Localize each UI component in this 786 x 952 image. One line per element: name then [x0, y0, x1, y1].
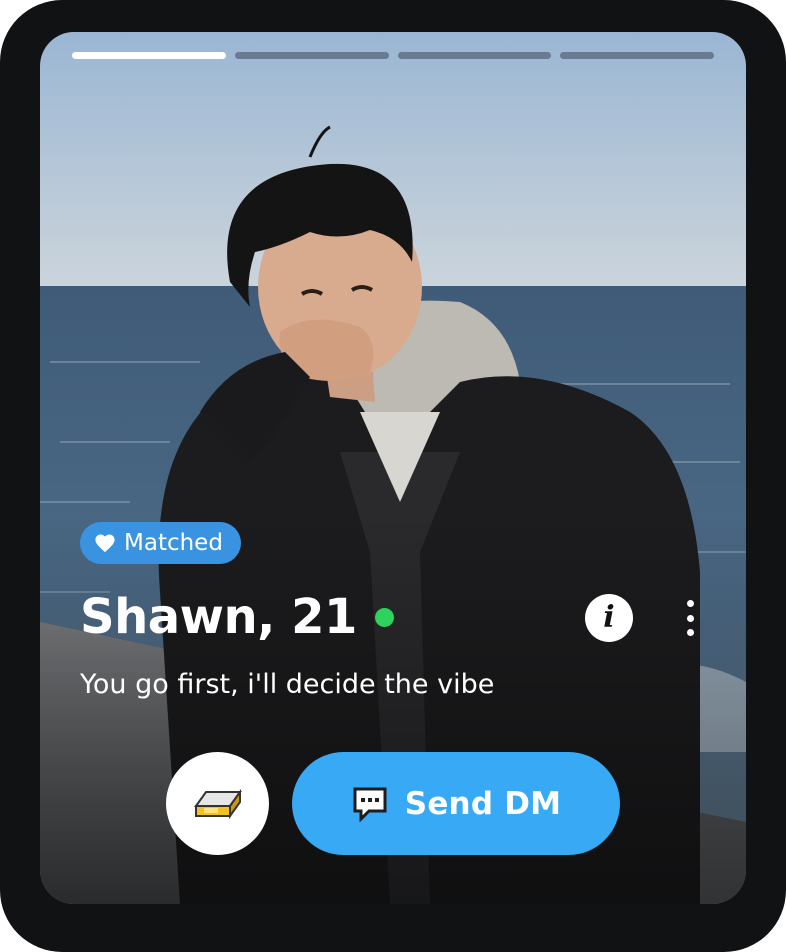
profile-header: Shawn, 21	[80, 587, 394, 647]
heart-icon	[95, 534, 115, 553]
progress-segment-active	[72, 52, 226, 59]
more-vertical-icon-dot	[686, 600, 694, 607]
screen: Matched Shawn, 21 i You go first, i'll d…	[0, 0, 786, 952]
profile-bio: You go first, i'll decide the vibe	[80, 669, 495, 700]
send-dm-button[interactable]: Send DM	[292, 752, 620, 855]
matched-badge-label: Matched	[124, 530, 223, 556]
matched-badge: Matched	[80, 522, 241, 564]
more-options-button[interactable]	[676, 598, 704, 638]
online-status-dot	[374, 607, 394, 627]
story-progress	[72, 52, 714, 60]
progress-segment	[560, 52, 714, 59]
info-button[interactable]: i	[585, 594, 633, 642]
gift-card-icon	[193, 788, 242, 819]
profile-card[interactable]: Matched Shawn, 21 i You go first, i'll d…	[40, 32, 746, 904]
info-icon: i	[603, 600, 615, 635]
profile-name-age: Shawn, 21	[80, 589, 357, 645]
send-dm-label: Send DM	[404, 785, 562, 822]
more-vertical-icon-dot	[686, 629, 694, 636]
progress-segment	[397, 52, 552, 59]
gift-button[interactable]	[166, 752, 269, 855]
progress-segment	[234, 52, 389, 59]
chat-bubble-icon	[353, 787, 387, 822]
more-vertical-icon-dot	[686, 614, 694, 622]
